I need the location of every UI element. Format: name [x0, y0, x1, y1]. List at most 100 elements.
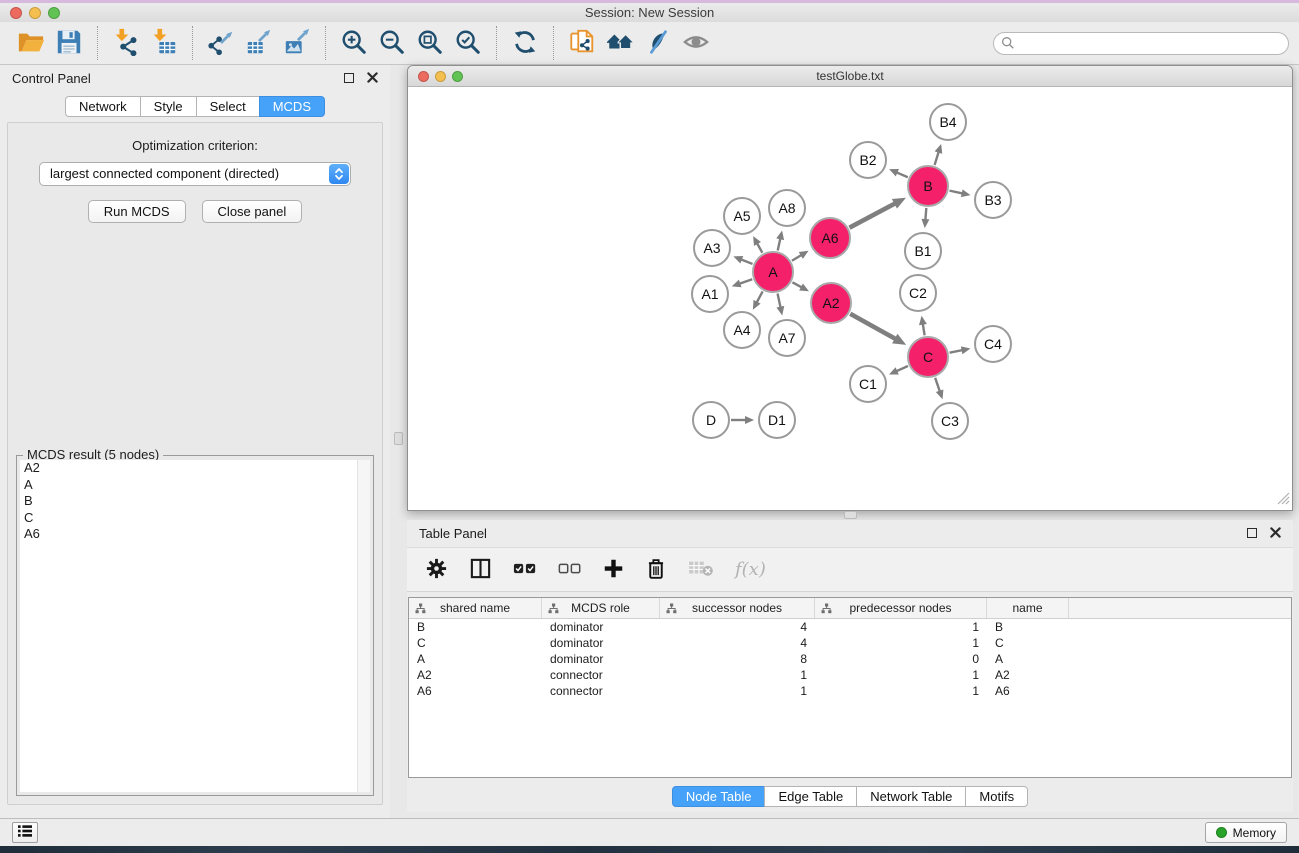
window-resize-grip[interactable]	[1277, 492, 1290, 508]
result-item-a[interactable]: A	[20, 477, 370, 494]
browser-home-button[interactable]	[604, 26, 636, 60]
node-a5[interactable]: A5	[723, 197, 761, 235]
column-visibility-button[interactable]	[469, 557, 492, 583]
node-a4[interactable]: A4	[723, 311, 761, 349]
node-b2[interactable]: B2	[849, 141, 887, 179]
column-header-successor-nodes[interactable]: successor nodes	[660, 598, 815, 618]
zoom-selected-button[interactable]	[452, 26, 484, 60]
table-row-a[interactable]: Adominator80A	[409, 651, 1291, 667]
column-header-shared-name[interactable]: shared name	[409, 598, 542, 618]
edge-A6-B[interactable]	[849, 198, 905, 228]
result-item-a6[interactable]: A6	[20, 526, 370, 543]
horizontal-splitter-grip[interactable]	[844, 511, 857, 519]
open-session-button[interactable]	[15, 26, 47, 60]
edge-A-A1[interactable]	[732, 279, 753, 287]
edge-C-C2[interactable]	[919, 316, 927, 336]
edge-A-A7[interactable]	[776, 294, 784, 316]
result-item-b[interactable]: B	[20, 493, 370, 510]
column-header-predecessor-nodes[interactable]: predecessor nodes	[815, 598, 987, 618]
node-a7[interactable]: A7	[768, 319, 806, 357]
import-table-button[interactable]	[148, 26, 180, 60]
node-c2[interactable]: C2	[899, 274, 937, 312]
tab-select[interactable]: Select	[196, 96, 260, 117]
column-header-mcds-role[interactable]: MCDS role	[542, 598, 660, 618]
node-a3[interactable]: A3	[693, 229, 731, 267]
export-table-button[interactable]	[243, 26, 275, 60]
table-row-a2[interactable]: A2connector11A2	[409, 667, 1291, 683]
hide-preview-button[interactable]	[680, 26, 712, 60]
save-session-button[interactable]	[53, 26, 85, 60]
result-item-c[interactable]: C	[20, 510, 370, 527]
node-c4[interactable]: C4	[974, 325, 1012, 363]
node-b4[interactable]: B4	[929, 103, 967, 141]
node-a[interactable]: A	[752, 251, 794, 293]
tab-node-table[interactable]: Node Table	[672, 786, 766, 807]
tab-edge-table[interactable]: Edge Table	[764, 786, 857, 807]
export-network-button[interactable]	[205, 26, 237, 60]
edge-B-B1[interactable]	[921, 208, 929, 228]
network-window-titlebar[interactable]: testGlobe.txt	[408, 66, 1292, 87]
node-b[interactable]: B	[907, 165, 949, 207]
graphics-details-button[interactable]	[642, 26, 674, 60]
run-mcds-button[interactable]: Run MCDS	[88, 200, 186, 223]
node-d1[interactable]: D1	[758, 401, 796, 439]
close-panel-icon[interactable]	[367, 71, 378, 86]
memory-button[interactable]: Memory	[1205, 822, 1287, 843]
close-panel-button[interactable]: Close panel	[202, 200, 303, 223]
node-a2[interactable]: A2	[810, 282, 852, 324]
export-image-button[interactable]	[281, 26, 313, 60]
edge-C-C4[interactable]	[950, 346, 971, 354]
table-settings-button[interactable]	[425, 557, 448, 583]
node-c3[interactable]: C3	[931, 402, 969, 440]
deselect-all-rows-button[interactable]	[558, 557, 582, 583]
edge-A2-C[interactable]	[850, 314, 906, 345]
task-history-button[interactable]	[12, 822, 38, 843]
edge-A-A6[interactable]	[792, 251, 809, 261]
float-panel-icon[interactable]	[344, 73, 354, 83]
tab-network[interactable]: Network	[65, 96, 141, 117]
node-a1[interactable]: A1	[691, 275, 729, 313]
function-builder-button[interactable]: f(x)	[735, 559, 766, 580]
tab-mcds[interactable]: MCDS	[259, 96, 325, 117]
edge-D-D1[interactable]	[731, 416, 754, 424]
node-a8[interactable]: A8	[768, 189, 806, 227]
result-scrollbar[interactable]	[357, 460, 370, 792]
tab-network-table[interactable]: Network Table	[856, 786, 966, 807]
add-column-button[interactable]	[603, 558, 624, 582]
edge-A-A4[interactable]	[753, 291, 763, 309]
table-row-c[interactable]: Cdominator41C	[409, 635, 1291, 651]
tab-motifs[interactable]: Motifs	[965, 786, 1028, 807]
node-d[interactable]: D	[692, 401, 730, 439]
criterion-select[interactable]: largest connected component (directed)	[39, 162, 351, 186]
edge-C-C3[interactable]	[935, 378, 943, 399]
node-c1[interactable]: C1	[849, 365, 887, 403]
vertical-splitter-grip[interactable]	[394, 432, 403, 445]
node-b1[interactable]: B1	[904, 232, 942, 270]
refresh-layout-button[interactable]	[509, 26, 541, 60]
close-table-panel-icon[interactable]	[1270, 526, 1281, 541]
select-all-rows-button[interactable]	[513, 557, 537, 583]
delete-column-button[interactable]	[688, 558, 714, 581]
edge-B-B2[interactable]	[889, 169, 908, 177]
edge-A-A5[interactable]	[753, 236, 762, 253]
edge-B-B3[interactable]	[950, 189, 971, 197]
tab-style[interactable]: Style	[140, 96, 197, 117]
clone-network-button[interactable]	[566, 26, 598, 60]
edge-C-C1[interactable]	[889, 366, 908, 375]
result-item-a2[interactable]: A2	[20, 460, 370, 477]
zoom-fit-button[interactable]	[414, 26, 446, 60]
edge-A-A2[interactable]	[792, 282, 809, 291]
edge-A-A8[interactable]	[776, 230, 784, 250]
column-header-name[interactable]: name	[987, 598, 1069, 618]
zoom-in-button[interactable]	[338, 26, 370, 60]
edge-A-A3[interactable]	[733, 256, 752, 264]
node-a6[interactable]: A6	[809, 217, 851, 259]
float-table-panel-icon[interactable]	[1247, 528, 1257, 538]
node-c[interactable]: C	[907, 336, 949, 378]
delete-rows-button[interactable]	[645, 557, 667, 583]
zoom-out-button[interactable]	[376, 26, 408, 60]
table-row-a6[interactable]: A6connector11A6	[409, 683, 1291, 699]
network-canvas[interactable]: B4B2BB3A8A5A6A3B1AC2A1A2A4A7C4CC1DD1C3	[408, 88, 1292, 510]
import-network-button[interactable]	[110, 26, 142, 60]
table-row-b[interactable]: Bdominator41B	[409, 619, 1291, 635]
